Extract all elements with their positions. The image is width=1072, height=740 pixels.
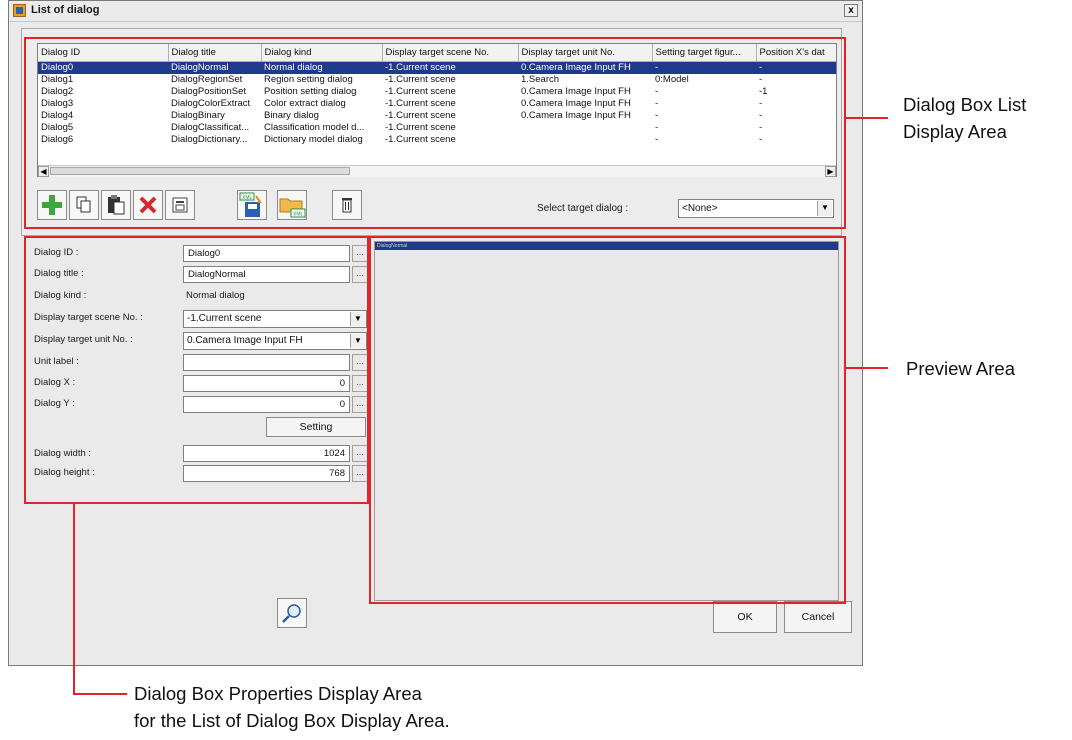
preview-area-callout: Preview Area: [906, 358, 1015, 379]
list-area-leader-line: [846, 117, 888, 119]
window-title: List of dialog: [31, 4, 100, 16]
cancel-button[interactable]: Cancel: [784, 601, 852, 633]
preview-area-leader-line: [846, 367, 888, 369]
props-area-highlight: [24, 236, 369, 504]
callout-line: for the List of Dialog Box Display Area.: [134, 710, 450, 731]
list-area-callout: Dialog Box List Display Area: [903, 91, 1026, 145]
callout-line: Display Area: [903, 121, 1007, 142]
props-area-leader-line-horizontal: [73, 693, 127, 695]
preview-area-highlight: [369, 236, 846, 604]
title-bar: List of dialog x: [9, 1, 862, 22]
magnifier-icon: [282, 604, 301, 623]
ok-button[interactable]: OK: [713, 601, 777, 633]
props-area-leader-line-vertical: [73, 504, 75, 695]
close-button[interactable]: x: [844, 4, 858, 17]
props-area-callout: Dialog Box Properties Display Area for t…: [134, 680, 450, 734]
app-icon: [13, 4, 26, 17]
callout-line: Dialog Box List: [903, 94, 1027, 115]
callout-line: Dialog Box Properties Display Area: [134, 683, 422, 704]
list-area-highlight: [24, 37, 846, 229]
preview-zoom-button[interactable]: [277, 598, 307, 628]
